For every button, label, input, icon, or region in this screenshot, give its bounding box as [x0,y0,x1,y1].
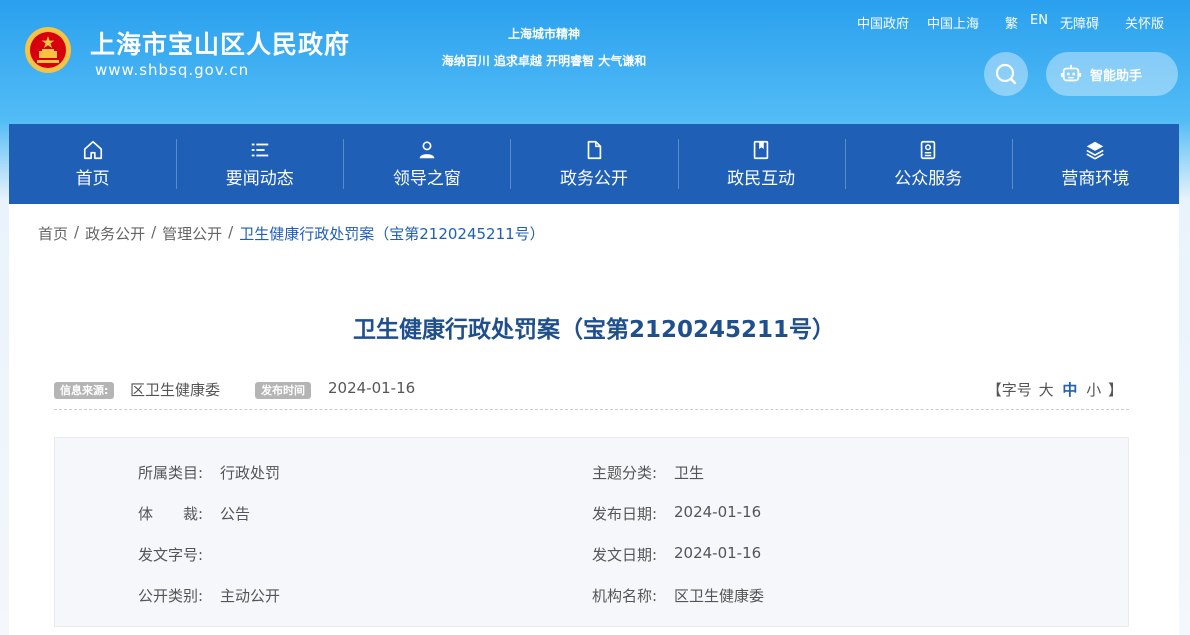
link-accessibility[interactable]: 无障碍 [1060,13,1099,32]
breadcrumb-management[interactable]: 管理公开 [162,223,222,244]
layers-icon [1086,141,1105,160]
home-icon [83,140,102,160]
info-value: 行政处罚 [220,464,281,482]
info-category: 所属类目: 行政处罚 [138,462,280,483]
link-shanghai-gov[interactable]: 中国上海 [927,13,979,32]
info-issue-date: 发文日期: 2024-01-16 [592,544,761,565]
nav-label: 首页 [75,169,110,189]
info-label: 所属类目: [138,464,204,482]
list-icon [251,143,268,157]
info-label: 发文字号: [138,546,204,564]
city-spirit-motto: 海纳百川 追求卓越 开明睿智 大气谦和 [441,54,647,68]
source-tag: 信息来源: [54,382,115,399]
info-label: 体 裁: [138,505,204,523]
info-publish-date: 发布日期: 2024-01-16 [592,503,761,524]
site-title[interactable]: 上海市宝山区人民政府 [90,25,350,61]
font-size-suffix: 】 [1107,381,1123,399]
nav-item-gov-affairs[interactable]: 政务公开 [510,124,677,204]
breadcrumb-separator: / [151,223,157,241]
nav-item-public-service[interactable]: 公众服务 [844,124,1012,204]
info-open-type: 公开类别: 主动公开 [138,585,280,606]
content-panel: 首页 / 政务公开 / 管理公开 / 卫生健康行政处罚案（宝第212024521… [9,204,1179,635]
nav-label: 营商环境 [1061,169,1130,189]
person-icon [419,141,435,159]
date-value: 2024-01-16 [328,379,416,397]
link-english[interactable]: EN [1030,13,1048,32]
font-size-prefix: 【字号 [986,381,1032,399]
nav-label: 政务公开 [559,169,628,189]
main-nav: 首页 要闻动态 领导之窗 政务公开 政民互动 公众服务 营商环境 [9,124,1179,204]
info-value: 公告 [220,505,251,523]
top-links: 中国政府 中国上海 繁 EN 无障碍 关怀版 [839,13,1164,32]
link-traditional-chinese[interactable]: 繁 [1005,13,1018,32]
nav-item-interaction[interactable]: 政民互动 [677,124,845,204]
date-tag: 发布时间 [255,382,311,399]
nav-item-news[interactable]: 要闻动态 [176,124,343,204]
city-spirit-title: 上海城市精神 [507,27,580,41]
bookmark-icon [753,140,769,160]
info-label: 主题分类: [592,464,658,482]
font-size-medium[interactable]: 中 [1062,381,1077,399]
nav-label: 要闻动态 [225,169,294,189]
font-size-large[interactable]: 大 [1039,381,1054,399]
breadcrumb-gov-affairs[interactable]: 政务公开 [85,223,145,244]
breadcrumb-home[interactable]: 首页 [38,223,68,244]
info-topic: 主题分类: 卫生 [592,462,704,483]
source-value: 区卫生健康委 [130,381,221,399]
breadcrumb: 首页 / 政务公开 / 管理公开 / 卫生健康行政处罚案（宝第212024521… [38,223,545,244]
info-label: 发布日期: [592,505,658,523]
font-size-small[interactable]: 小 [1086,381,1101,399]
page-title: 卫生健康行政处罚案（宝第2120245211号） [352,317,836,343]
info-label: 机构名称: [592,587,658,605]
document-info-box: 所属类目: 行政处罚 主题分类: 卫生 体 裁: 公告 发布日期: 2024-0… [54,437,1129,627]
info-genre: 体 裁: 公告 [138,503,250,524]
breadcrumb-current[interactable]: 卫生健康行政处罚案（宝第2120245211号） [239,223,544,244]
nav-item-leaders[interactable]: 领导之窗 [343,124,510,204]
national-emblem-icon [25,27,71,73]
font-size-control: 【字号 大 中 小 】 [987,379,1123,400]
document-icon [587,140,602,160]
breadcrumb-separator: / [228,223,234,241]
service-icon [921,140,936,160]
site-url[interactable]: www.shbsq.gov.cn [95,61,249,79]
robot-icon [1060,64,1082,82]
search-icon [995,63,1017,85]
nav-item-business-env[interactable]: 营商环境 [1011,124,1179,204]
breadcrumb-separator: / [74,223,80,241]
smart-assistant-label: 智能助手 [1090,68,1143,84]
info-value: 2024-01-16 [674,503,762,521]
info-label: 发文日期: [592,546,658,564]
nav-label: 政民互动 [727,169,796,189]
info-value: 主动公开 [220,587,281,605]
link-care-mode[interactable]: 关怀版 [1125,13,1164,32]
article-meta: 信息来源: 区卫生健康委 发布时间 2024-01-16 【字号 大 中 小 】 [54,378,1129,410]
nav-label: 领导之窗 [392,169,461,189]
smart-assistant-button[interactable]: 智能助手 [1046,52,1178,96]
nav-label: 公众服务 [894,169,963,189]
info-organization: 机构名称: 区卫生健康委 [592,585,764,606]
info-value: 区卫生健康委 [674,587,765,605]
info-document-number: 发文字号: [138,544,220,565]
info-label: 公开类别: [138,587,204,605]
info-value: 2024-01-16 [674,544,762,562]
site-header: 上海市宝山区人民政府 www.shbsq.gov.cn 上海城市精神 海纳百川 … [0,0,1190,124]
link-china-gov[interactable]: 中国政府 [857,13,909,32]
search-button[interactable] [984,52,1028,96]
nav-item-home[interactable]: 首页 [9,124,176,204]
info-value: 卫生 [674,464,705,482]
